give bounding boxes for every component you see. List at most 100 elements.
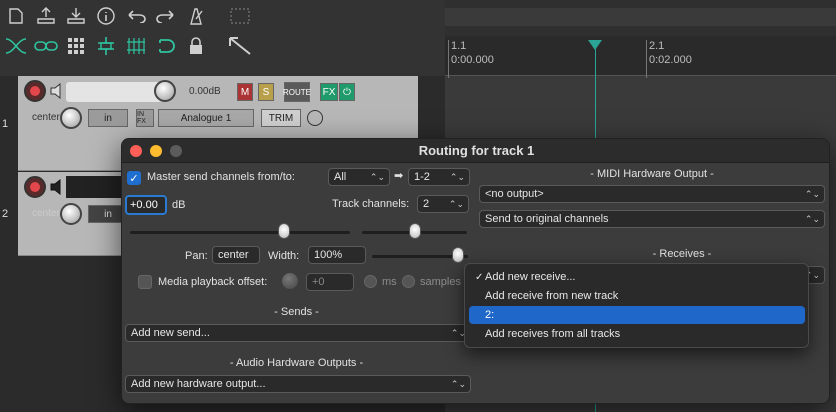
open-file-icon[interactable] [34, 4, 58, 28]
grid-icon[interactable] [228, 4, 252, 28]
menu-item-receive-from-new-track[interactable]: Add receive from new track [469, 287, 805, 305]
timeline-scroll[interactable] [445, 8, 836, 26]
trim-button[interactable]: TRIM [261, 109, 301, 127]
add-send-label: Add new send... [131, 327, 210, 339]
input-select[interactable]: Analogue 1 [158, 109, 254, 127]
media-offset-input[interactable]: +0 [306, 273, 354, 291]
pan-input[interactable]: center [212, 246, 260, 264]
ruler-time-label: 0:02.000 [649, 54, 692, 66]
media-offset-label: Media playback offset: [158, 276, 268, 288]
track-channels-label: Track channels: [332, 198, 410, 210]
record-arm-button[interactable] [24, 176, 46, 198]
speaker-icon[interactable] [50, 178, 64, 196]
midi-output-value: <no output> [485, 188, 544, 200]
fx-button[interactable]: FX [320, 83, 338, 101]
save-icon[interactable] [64, 4, 88, 28]
menu-item-label: Add new receive... [485, 271, 576, 283]
menu-item-track-2[interactable]: 2: [469, 306, 805, 324]
media-offset-knob[interactable] [282, 273, 298, 289]
master-from-select[interactable]: All ⌃⌄ [328, 168, 390, 186]
pan-readout: center [32, 112, 60, 123]
width-input[interactable]: 100% [308, 246, 366, 264]
arrow-right-icon: ➡ [394, 170, 404, 182]
track-channels-select[interactable]: 2 ⌃⌄ [417, 195, 469, 213]
trim-tool-icon[interactable] [228, 34, 252, 58]
pan-knob[interactable] [60, 203, 82, 225]
select-chevron-icon: ⌃⌄ [449, 171, 465, 182]
select-chevron-icon: ⌃⌄ [450, 378, 466, 389]
dialog-titlebar[interactable]: Routing for track 1 [122, 139, 829, 163]
metronome-icon[interactable] [184, 4, 208, 28]
width-slider-thumb[interactable] [452, 247, 464, 263]
dialog-title: Routing for track 1 [418, 143, 535, 158]
loop-icon[interactable] [154, 34, 178, 58]
ruler-time-label: 0:00.000 [451, 54, 494, 66]
route-button[interactable]: ROUTE [283, 82, 311, 102]
samples-radio[interactable] [402, 275, 415, 288]
mute-button[interactable]: M [237, 83, 253, 101]
phase-icon[interactable] [307, 110, 323, 126]
menu-item-label: Add receive from new track [485, 290, 619, 302]
width-value: 100% [314, 249, 343, 261]
undo-icon[interactable] [124, 4, 148, 28]
ruler-tick [646, 40, 647, 78]
ms-label: ms [382, 276, 397, 288]
info-icon[interactable] [94, 4, 118, 28]
track-channels-value: 2 [423, 198, 430, 210]
redo-icon[interactable] [154, 4, 178, 28]
master-send-checkbox[interactable]: ✓ [127, 171, 141, 185]
fx-bypass-icon[interactable]: ⏻ [339, 83, 355, 101]
snap-grid-icon[interactable] [64, 34, 88, 58]
ruler-measure-label: 2.1 [649, 40, 665, 52]
menu-item-add-new-receive[interactable]: ✓ Add new receive... [469, 268, 805, 286]
record-arm-button[interactable] [24, 80, 46, 102]
volume-value: +0.00 [130, 199, 158, 211]
lock-icon[interactable] [184, 34, 208, 58]
master-from-value: All [334, 171, 347, 183]
volume-knob[interactable] [154, 80, 176, 102]
playhead-marker-icon[interactable] [588, 40, 602, 50]
volume-unit-label: dB [172, 199, 186, 211]
midi-channel-select[interactable]: Send to original channels ⌃⌄ [479, 210, 825, 228]
volume-slider-thumb[interactable] [278, 223, 290, 239]
lanes-icon[interactable] [124, 34, 148, 58]
samples-label: samples [420, 276, 461, 288]
input-fx-button[interactable]: IN FX [136, 109, 154, 127]
link-icon[interactable] [34, 34, 58, 58]
add-hw-output-label: Add new hardware output... [131, 378, 266, 390]
pan-label: Pan: [185, 250, 208, 262]
track-name-field[interactable] [66, 82, 162, 102]
sends-header: - Sends - [274, 306, 319, 318]
select-chevron-icon: ⌃⌄ [804, 213, 820, 224]
pan-readout: center [32, 208, 60, 219]
speaker-icon[interactable] [50, 82, 64, 100]
receives-header: - Receives - [652, 248, 712, 260]
menu-item-receives-from-all-tracks[interactable]: Add receives from all tracks [469, 325, 805, 343]
auto-crossfade-icon[interactable] [4, 34, 28, 58]
ripple-icon[interactable] [94, 34, 118, 58]
track-number: 1 [2, 118, 9, 130]
input-mode-select[interactable]: in [88, 109, 128, 127]
ruler-measure-label: 1.1 [451, 40, 467, 52]
new-file-icon[interactable] [4, 4, 28, 28]
master-send-label: Master send channels from/to: [147, 171, 295, 183]
select-chevron-icon: ⌃⌄ [448, 198, 464, 209]
timeline-ruler[interactable] [445, 36, 836, 76]
receive-popup-menu: ✓ Add new receive... Add receive from new… [464, 263, 809, 348]
add-hw-output-select[interactable]: Add new hardware output... ⌃⌄ [125, 375, 471, 393]
audio-hw-header: - Audio Hardware Outputs - [229, 357, 364, 369]
solo-button[interactable]: S [258, 83, 274, 101]
pan-slider-thumb[interactable] [409, 223, 421, 239]
master-to-select[interactable]: 1-2 ⌃⌄ [408, 168, 470, 186]
pan-knob[interactable] [60, 107, 82, 129]
volume-slider[interactable] [130, 231, 350, 234]
input-mode-label: in [104, 112, 112, 124]
midi-output-select[interactable]: <no output> ⌃⌄ [479, 185, 825, 203]
input-name: Analogue 1 [180, 112, 232, 124]
track-name-field[interactable] [66, 176, 126, 198]
media-offset-checkbox[interactable] [138, 275, 152, 289]
add-send-select[interactable]: Add new send... ⌃⌄ [125, 324, 471, 342]
volume-input[interactable]: +0.00 [125, 195, 167, 215]
ms-radio[interactable] [364, 275, 377, 288]
media-offset-value: +0 [312, 276, 325, 288]
